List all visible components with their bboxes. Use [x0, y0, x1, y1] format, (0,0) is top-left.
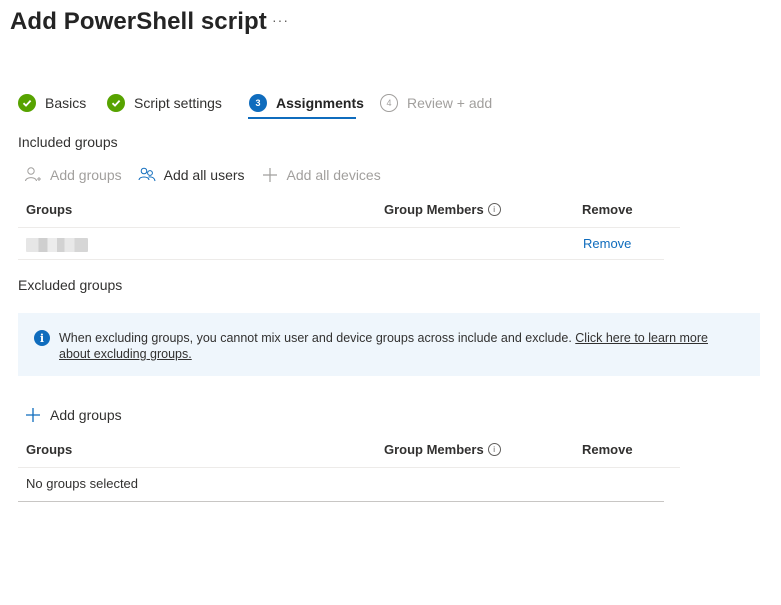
- add-all-devices-label: Add all devices: [286, 167, 381, 183]
- info-message-text: When excluding groups, you cannot mix us…: [59, 331, 576, 345]
- add-all-users-label: Add all users: [163, 167, 245, 183]
- step-label: Basics: [45, 95, 87, 111]
- excluded-groups-heading: Excluded groups: [18, 277, 123, 293]
- step-label: Review + add: [407, 95, 493, 111]
- empty-state-text: No groups selected: [26, 476, 139, 491]
- group-members-column-header: Group Members i: [384, 442, 501, 457]
- info-icon[interactable]: i: [487, 203, 501, 216]
- add-groups-button[interactable]: Add groups: [24, 406, 122, 424]
- check-icon: [107, 94, 125, 112]
- step-assignments[interactable]: 3 Assignments: [249, 92, 364, 114]
- table-header: Groups Group Members i Remove: [18, 194, 680, 228]
- plus-icon: [261, 166, 279, 184]
- remove-link[interactable]: Remove: [583, 236, 631, 251]
- remove-column-header: Remove: [582, 202, 633, 217]
- add-all-devices-button[interactable]: Add all devices: [261, 166, 381, 184]
- add-groups-label: Add groups: [50, 407, 122, 423]
- add-all-users-button[interactable]: Add all users: [138, 166, 245, 184]
- people-icon: [138, 166, 156, 184]
- table-header: Groups Group Members i Remove: [18, 434, 680, 468]
- step-label: Assignments: [276, 95, 364, 111]
- page-title: Add PowerShell script: [10, 8, 267, 35]
- divider: [18, 259, 664, 260]
- groups-column-header[interactable]: Groups: [26, 442, 72, 457]
- step-label: Script settings: [134, 95, 222, 111]
- excluded-toolbar: Add groups: [24, 404, 138, 426]
- page: Add PowerShell script ··· Basics Script …: [0, 0, 781, 605]
- step-number-icon: 4: [380, 94, 398, 112]
- info-icon: i: [34, 330, 50, 346]
- step-basics[interactable]: Basics: [18, 92, 86, 114]
- step-script-settings[interactable]: Script settings: [107, 92, 222, 114]
- group-members-label: Group Members: [384, 202, 484, 217]
- included-groups-table: Groups Group Members i Remove Remove: [18, 194, 680, 260]
- divider: [18, 501, 664, 502]
- add-groups-label: Add groups: [50, 167, 122, 183]
- table-row: Remove: [18, 228, 680, 260]
- active-step-underline: [248, 117, 356, 119]
- remove-column-header: Remove: [582, 442, 633, 457]
- info-icon[interactable]: i: [487, 443, 501, 456]
- groups-column-header[interactable]: Groups: [26, 202, 72, 217]
- included-groups-heading: Included groups: [18, 134, 118, 150]
- excluded-groups-table: Groups Group Members i Remove No groups …: [18, 434, 680, 502]
- group-members-column-header: Group Members i: [384, 202, 501, 217]
- more-options-button[interactable]: ···: [272, 12, 289, 28]
- add-person-icon: [24, 166, 42, 184]
- step-number-icon: 3: [249, 94, 267, 112]
- table-row: No groups selected: [18, 468, 680, 502]
- redacted-group-name: [26, 238, 88, 252]
- add-groups-button[interactable]: Add groups: [24, 166, 122, 184]
- step-review-add[interactable]: 4 Review + add: [380, 92, 492, 114]
- plus-icon: [24, 406, 42, 424]
- check-icon: [18, 94, 36, 112]
- included-toolbar: Add groups Add all users Add all devices: [24, 164, 397, 186]
- group-members-label: Group Members: [384, 442, 484, 457]
- info-message: When excluding groups, you cannot mix us…: [59, 330, 729, 362]
- info-message-bar: i When excluding groups, you cannot mix …: [18, 313, 760, 376]
